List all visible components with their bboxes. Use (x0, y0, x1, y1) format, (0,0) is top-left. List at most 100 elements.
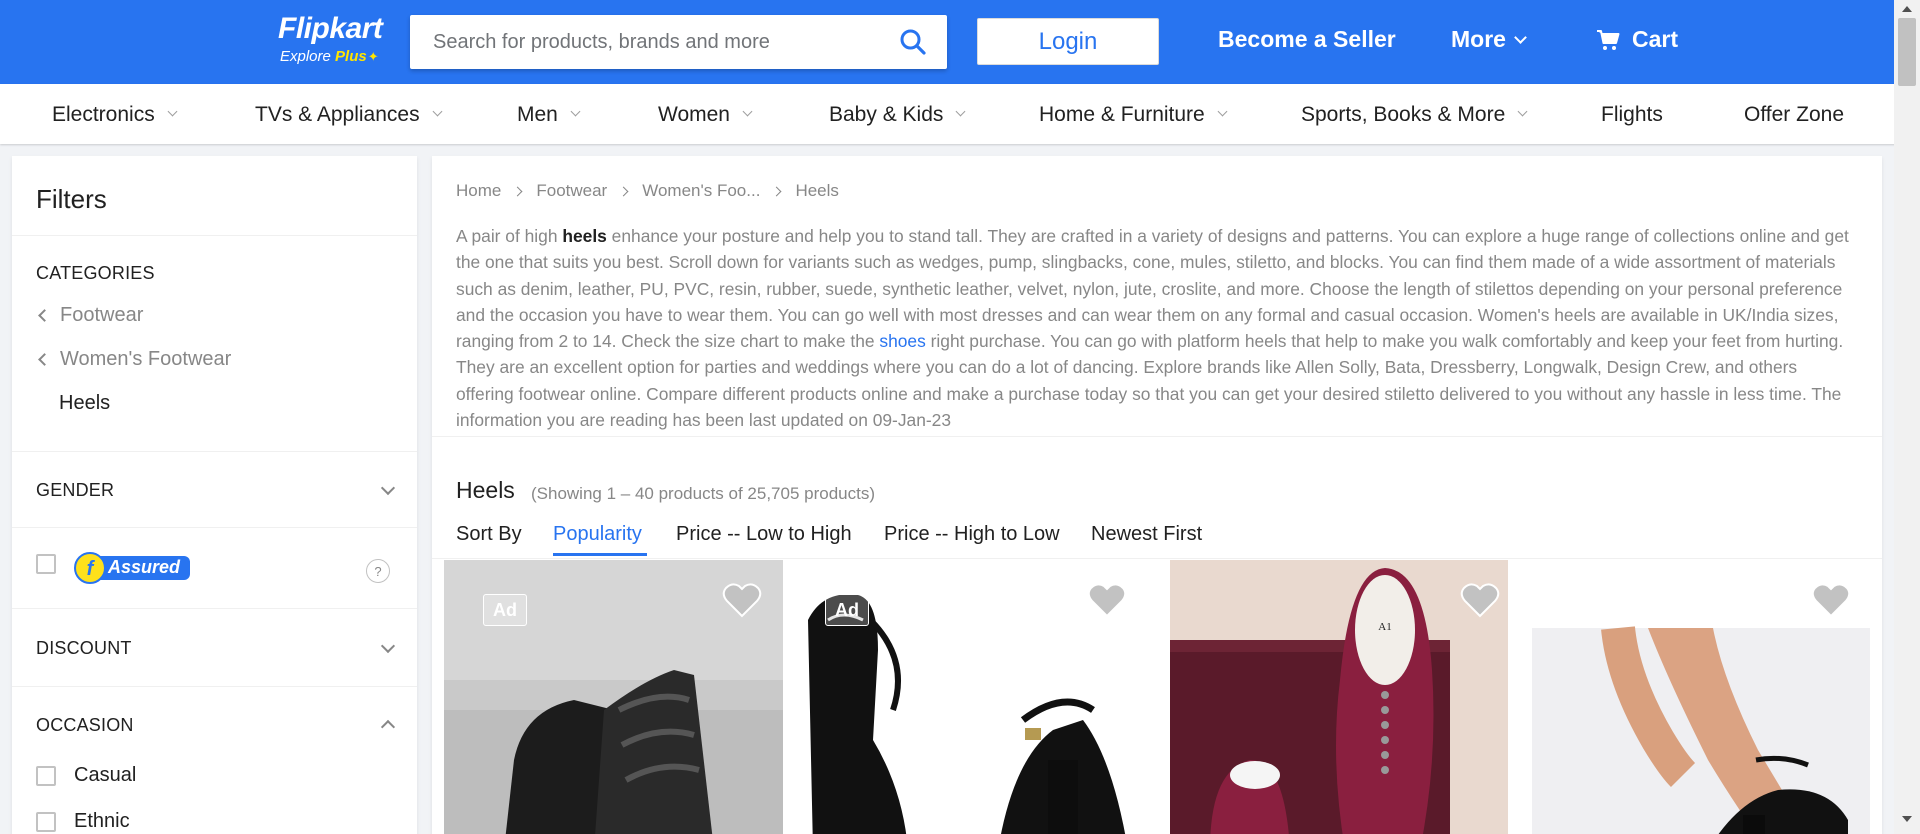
product-card[interactable]: A1 (1170, 560, 1508, 834)
divider (12, 686, 417, 687)
scroll-down-arrow-icon[interactable] (1902, 816, 1912, 822)
nav-home-furniture[interactable]: Home & Furniture (1039, 103, 1228, 127)
svg-text:A1: A1 (1378, 621, 1391, 633)
wishlist-heart-icon[interactable] (1811, 582, 1851, 618)
cart-icon (1597, 29, 1620, 50)
categories-heading: CATEGORIES (36, 263, 155, 283)
product-card[interactable]: Ad (444, 560, 783, 834)
nav-men[interactable]: Men (517, 103, 581, 127)
chevron-down-icon[interactable] (380, 638, 396, 654)
chevron-down-icon (1514, 31, 1527, 44)
chevron-right-icon (771, 186, 782, 196)
chevron-right-icon (618, 186, 629, 196)
chevron-right-icon (512, 186, 523, 196)
divider (432, 436, 1882, 437)
filters-title: Filters (36, 184, 107, 214)
product-card[interactable]: Ad (783, 560, 1170, 834)
breadcrumb: Home Footwear Women's Foo... Heels (456, 181, 839, 201)
category-womens-footwear-link[interactable]: Women's Footwear (36, 348, 231, 371)
scrollbar-thumb[interactable] (1898, 18, 1916, 86)
search-input[interactable] (410, 15, 880, 69)
sort-price-high-low[interactable]: Price -- High to Low (884, 523, 1060, 546)
plus-star-icon: ✦ (367, 49, 379, 64)
breadcrumb-footwear[interactable]: Footwear (536, 181, 607, 201)
chevron-down-icon (432, 106, 443, 116)
nav-label: Sports, Books & More (1301, 103, 1506, 126)
breadcrumb-heels: Heels (795, 181, 839, 200)
description-text: A pair of high (456, 226, 563, 246)
login-button[interactable]: Login (977, 18, 1159, 65)
discount-filter-heading[interactable]: DISCOUNT (36, 638, 132, 659)
nav-offer-zone[interactable]: Offer Zone (1744, 103, 1844, 127)
top-header: Flipkart Explore Plus✦ Login Become a Se… (0, 0, 1920, 84)
nav-label: Home & Furniture (1039, 103, 1205, 126)
divider (12, 527, 417, 528)
divider (12, 235, 417, 236)
shoes-link[interactable]: shoes (879, 331, 925, 351)
nav-baby-kids[interactable]: Baby & Kids (829, 103, 966, 127)
nav-tvs-appliances[interactable]: TVs & Appliances (255, 103, 443, 127)
category-footwear-link[interactable]: Footwear (36, 304, 143, 327)
assured-checkbox[interactable] (36, 554, 56, 574)
nav-label: Flights (1601, 103, 1663, 126)
product-card[interactable] (1508, 560, 1870, 834)
filters-sidebar: Filters CATEGORIES Footwear Women's Foot… (12, 156, 417, 834)
occasion-ethnic-label[interactable]: Ethnic (74, 810, 130, 833)
logo-sub-explore: Explore (280, 48, 331, 65)
product-image[interactable]: A1 (1170, 560, 1508, 834)
nav-electronics[interactable]: Electronics (52, 103, 178, 127)
divider (432, 558, 1882, 559)
category-active-heels: Heels (59, 392, 111, 414)
cart-link[interactable]: Cart (1596, 26, 1678, 53)
occasion-casual-checkbox[interactable] (36, 766, 56, 786)
breadcrumb-home[interactable]: Home (456, 181, 501, 201)
logo-subtitle: Explore Plus✦ (280, 48, 379, 66)
nav-sports-books[interactable]: Sports, Books & More (1301, 103, 1528, 127)
nav-label: Baby & Kids (829, 103, 944, 126)
search-icon[interactable] (899, 28, 927, 56)
occasion-casual-label[interactable]: Casual (74, 764, 136, 787)
sort-newest-first[interactable]: Newest First (1091, 523, 1202, 546)
scroll-up-arrow-icon[interactable] (1902, 6, 1912, 12)
breadcrumb-womens-footwear[interactable]: Women's Foo... (642, 181, 760, 201)
page-scrollbar[interactable] (1894, 0, 1920, 834)
sort-price-low-high[interactable]: Price -- Low to High (676, 523, 852, 546)
occasion-ethnic-checkbox[interactable] (36, 812, 56, 832)
chevron-down-icon (742, 106, 753, 116)
chevron-down-icon (1217, 106, 1228, 116)
occasion-filter-heading[interactable]: OCCASION (36, 715, 134, 736)
chevron-down-icon (955, 106, 966, 116)
nav-label: TVs & Appliances (255, 103, 420, 126)
assured-label: Assured (108, 557, 181, 577)
divider (12, 451, 417, 452)
logo-sub-plus: Plus (335, 48, 367, 65)
wishlist-heart-icon[interactable] (722, 582, 762, 618)
help-icon[interactable]: ? (366, 559, 390, 583)
nav-label: Electronics (52, 103, 155, 126)
results-count: (Showing 1 – 40 products of 25,705 produ… (531, 484, 875, 503)
search-bar (410, 15, 947, 69)
results-title: Heels (456, 477, 515, 503)
ad-badge: Ad (825, 594, 869, 626)
more-label: More (1451, 26, 1506, 52)
category-label: Footwear (60, 304, 144, 326)
category-label: Women's Footwear (60, 348, 232, 370)
become-seller-link[interactable]: Become a Seller (1218, 26, 1396, 53)
sort-popularity[interactable]: Popularity (553, 523, 642, 546)
chevron-down-icon (570, 106, 581, 116)
wishlist-heart-icon[interactable] (1087, 582, 1127, 618)
chevron-left-icon (38, 353, 51, 366)
nav-flights[interactable]: Flights (1601, 103, 1663, 127)
sort-active-indicator (553, 553, 647, 556)
gender-filter-heading[interactable]: GENDER (36, 480, 114, 501)
more-menu[interactable]: More (1451, 26, 1527, 53)
chevron-up-icon[interactable] (380, 719, 396, 735)
wishlist-heart-icon[interactable] (1460, 582, 1500, 618)
divider (12, 608, 417, 609)
flipkart-logo[interactable]: Flipkart Explore Plus✦ (278, 12, 394, 68)
category-description: A pair of high heels enhance your postur… (456, 223, 1856, 433)
nav-label: Offer Zone (1744, 103, 1844, 126)
category-nav: Electronics TVs & Appliances Men Women B… (0, 84, 1920, 144)
nav-women[interactable]: Women (658, 103, 753, 127)
chevron-down-icon[interactable] (380, 480, 396, 496)
